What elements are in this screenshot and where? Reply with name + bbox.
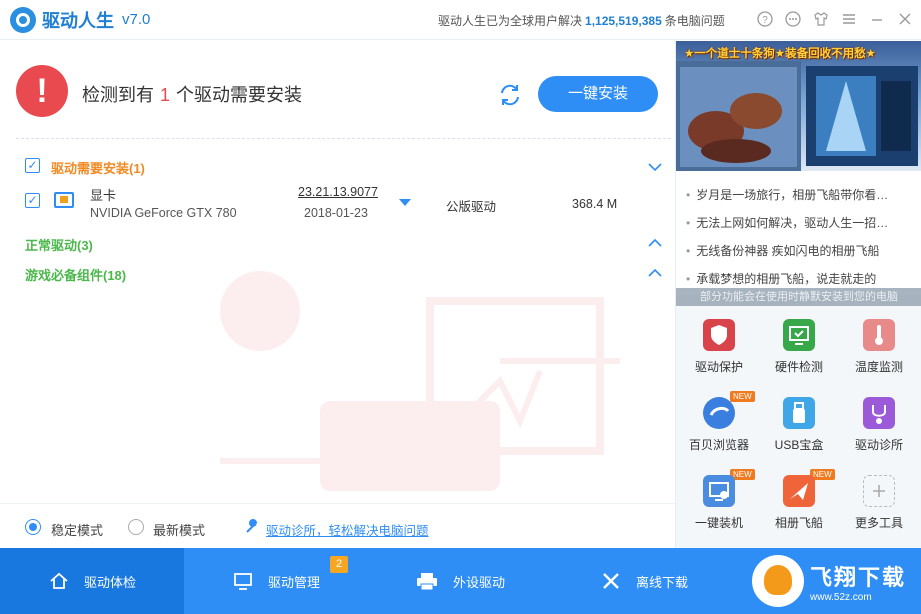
thermometer-icon xyxy=(863,319,895,351)
driver-size: 368.4 M xyxy=(572,197,618,211)
refresh-icon[interactable] xyxy=(496,81,524,109)
tool-usb-box[interactable]: USB宝盒 xyxy=(760,391,838,461)
plus-icon xyxy=(863,475,895,507)
brand-url: www.52z.com xyxy=(810,591,872,603)
news-list: 岁月是一场旅行，相册飞船带你看… 无法上网如何解决，驱动人生一招… 无线备份神器… xyxy=(676,171,921,295)
driver-date: 2018-01-23 xyxy=(304,206,368,220)
skin-icon[interactable] xyxy=(811,10,831,30)
section-need-install-checkbox[interactable]: ✓ xyxy=(25,158,40,173)
svg-text:?: ? xyxy=(762,15,768,26)
browser-icon xyxy=(703,397,735,429)
global-notice: 驱动人生已为全球用户解决 1,125,519,385 条电脑问题 xyxy=(438,14,725,28)
tool-photo-airship[interactable]: NEW 相册飞船 xyxy=(760,469,838,539)
nav-peripheral-driver[interactable]: 外设驱动 xyxy=(368,548,552,614)
app-version: v7.0 xyxy=(122,11,151,28)
tool-hardware-check[interactable]: 硬件检测 xyxy=(760,313,838,383)
alert-icon: ! xyxy=(16,65,68,117)
chat-icon[interactable] xyxy=(783,10,803,30)
nav-driver-checkup[interactable]: 驱动体检 xyxy=(0,548,184,614)
driver-version-link[interactable]: 23.21.13.9077 xyxy=(298,185,378,199)
divider xyxy=(16,138,671,139)
nav-offline-download[interactable]: 离线下载 xyxy=(552,548,736,614)
news-item[interactable]: 岁月是一场旅行，相册飞船带你看… xyxy=(676,181,921,209)
close-icon[interactable] xyxy=(895,10,915,30)
stethoscope-icon xyxy=(863,397,895,429)
section-need-install-title[interactable]: 驱动需要安装(1) xyxy=(51,158,145,177)
update-count-badge: 2 xyxy=(330,556,348,573)
background-illustration xyxy=(220,271,620,491)
stable-mode-label[interactable]: 稳定模式 xyxy=(51,520,103,539)
help-icon[interactable]: ? xyxy=(755,10,775,30)
chevron-up-icon[interactable] xyxy=(647,268,663,278)
section-normal-title[interactable]: 正常驱动(3) xyxy=(25,235,93,254)
nav-driver-manage[interactable]: 驱动管理 2 xyxy=(184,548,368,614)
version-dropdown-icon[interactable] xyxy=(399,199,411,206)
title-bar: 驱动人生 v7.0 驱动人生已为全球用户解决 1,125,519,385 条电脑问题… xyxy=(0,0,921,40)
wrench-icon xyxy=(246,519,258,533)
monitor-check-icon xyxy=(783,319,815,351)
tool-temperature[interactable]: 温度监测 xyxy=(840,313,918,383)
printer-icon xyxy=(416,573,437,591)
install-pc-icon xyxy=(703,475,735,507)
one-click-install-button[interactable]: 一键安装 xyxy=(538,76,658,112)
minimize-icon[interactable] xyxy=(867,10,887,30)
chevron-up-icon[interactable] xyxy=(647,238,663,248)
stable-mode-radio[interactable] xyxy=(25,519,41,535)
tools-icon xyxy=(603,573,619,589)
scan-status: 检测到有 1 个驱动需要安装 xyxy=(82,85,303,105)
tool-driver-protect[interactable]: 驱动保护 xyxy=(680,313,758,383)
news-item[interactable]: 无法上网如何解决，驱动人生一招… xyxy=(676,209,921,237)
gpu-icon xyxy=(54,192,74,208)
silent-install-notice: 部分功能会在使用时静默安装到您的电脑 xyxy=(676,288,921,306)
brand-logo-icon xyxy=(752,555,804,607)
banner-title: ★一个道士十条狗★装备回收不用愁★ xyxy=(684,48,876,60)
section-game-components-title[interactable]: 游戏必备组件(18) xyxy=(25,265,126,284)
app-title: 驱动人生 xyxy=(42,10,114,31)
app-logo-icon xyxy=(10,6,36,33)
tool-driver-clinic[interactable]: 驱动诊所 xyxy=(840,391,918,461)
ad-banner[interactable]: ★一个道士十条狗★装备回收不用愁★ xyxy=(676,41,921,171)
sidebar: ★一个道士十条狗★装备回收不用愁★ 岁月是一场旅行，相册飞船带你看… 无法上网如… xyxy=(675,41,921,548)
usb-icon xyxy=(783,397,815,429)
menu-icon[interactable] xyxy=(839,10,859,30)
tool-one-click-setup[interactable]: NEW 一键装机 xyxy=(680,469,758,539)
tool-more[interactable]: 更多工具 xyxy=(840,469,918,539)
bottom-nav: 驱动体检 驱动管理 2 外设驱动 离线下载 飞翔下载 www.52z.com xyxy=(0,548,921,614)
airship-icon xyxy=(783,475,815,507)
latest-mode-radio[interactable] xyxy=(128,519,144,535)
shield-icon xyxy=(703,319,735,351)
monitor-icon xyxy=(234,573,252,590)
driver-model: NVIDIA GeForce GTX 780 xyxy=(90,206,237,220)
tool-baibei-browser[interactable]: NEW 百贝浏览器 xyxy=(680,391,758,461)
news-item[interactable]: 无线备份神器 疾如闪电的相册飞船 xyxy=(676,237,921,265)
driver-scan-panel: ! 检测到有 1 个驱动需要安装 一键安装 ✓ 驱动需要安装(1) ✓ 显卡 NVI… xyxy=(0,41,675,548)
pending-count: 1 xyxy=(160,85,171,105)
brand-name: 飞翔下载 xyxy=(810,564,907,590)
driver-checkbox[interactable]: ✓ xyxy=(25,193,40,208)
driver-clinic-link[interactable]: 驱动诊所，轻松解决电脑问题 xyxy=(266,520,429,539)
latest-mode-label[interactable]: 最新模式 xyxy=(153,520,205,539)
chevron-down-icon[interactable] xyxy=(647,162,663,172)
solved-count: 1,125,519,385 xyxy=(585,14,662,28)
driver-type: 公版驱动 xyxy=(446,200,497,214)
home-icon xyxy=(50,572,68,589)
watermark-brand: 飞翔下载 www.52z.com xyxy=(746,548,921,614)
mode-bar: 稳定模式 最新模式 驱动诊所，轻松解决电脑问题 xyxy=(0,503,675,548)
driver-category: 显卡 xyxy=(90,188,117,203)
